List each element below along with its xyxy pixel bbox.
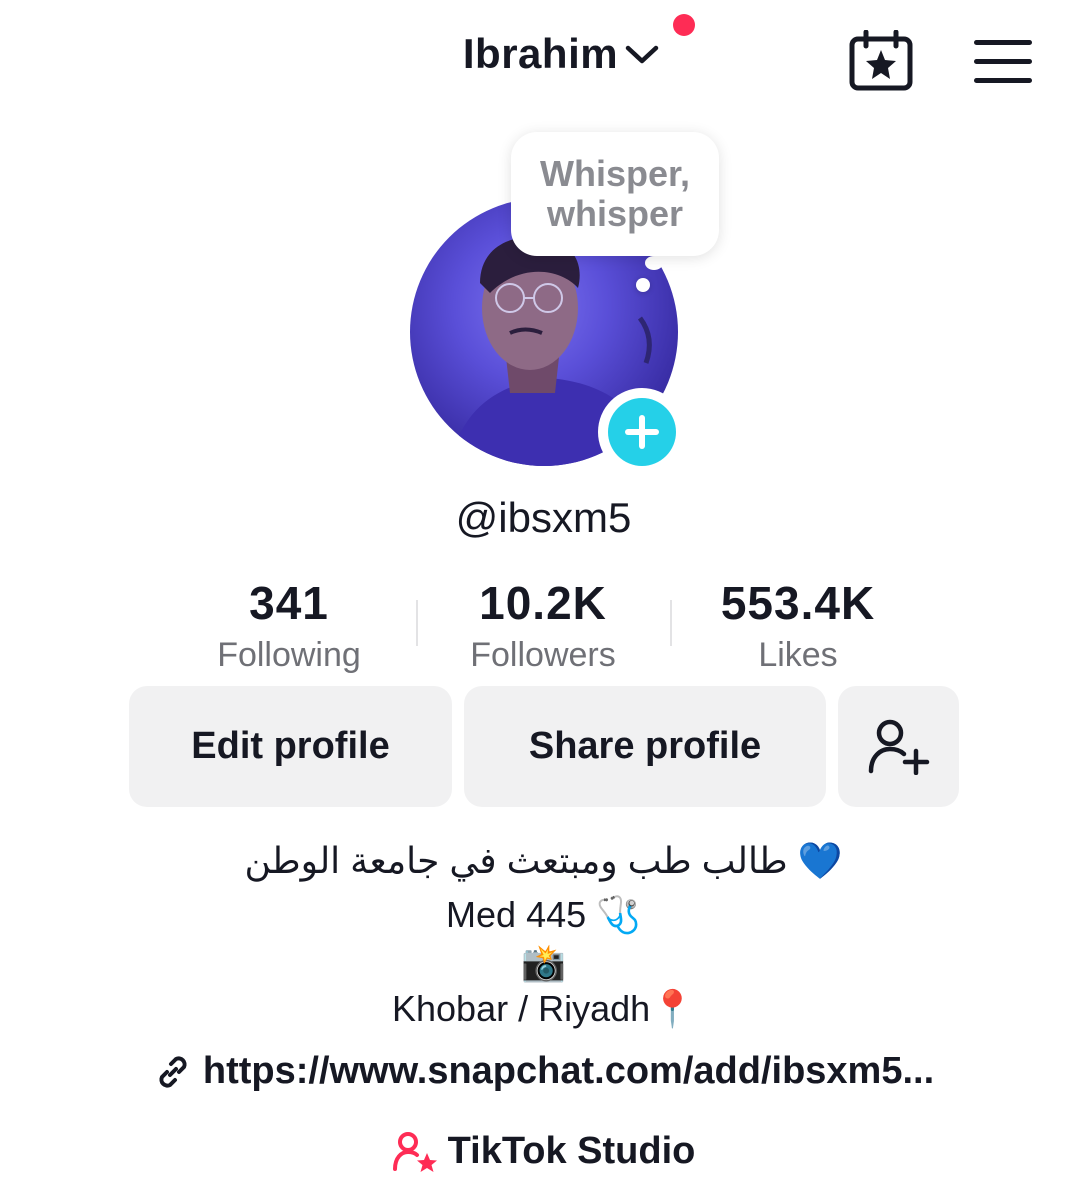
calendar-star-icon[interactable] — [848, 29, 914, 92]
stat-label: Following — [217, 636, 361, 674]
bio-line-4: Khobar / Riyadh📍 — [392, 988, 695, 1029]
add-friend-button[interactable] — [838, 686, 959, 807]
stat-likes[interactable]: 553.4K Likes — [688, 576, 908, 675]
stat-value: 553.4K — [720, 577, 876, 629]
plus-icon — [608, 398, 676, 466]
bio-line-1: طالب طب ومبتعث في جامعة الوطن 💙 — [244, 840, 843, 881]
chevron-down-icon[interactable] — [624, 42, 660, 66]
stat-label: Followers — [470, 636, 616, 674]
profile-handle: @ibsxm5 — [455, 494, 632, 541]
stat-value: 10.2K — [479, 577, 607, 629]
bio-link-text[interactable]: https://www.snapchat.com/add/ibsxm5... — [203, 1050, 934, 1093]
edit-profile-button[interactable]: Edit profile — [129, 686, 452, 807]
tiktok-studio-link[interactable]: TikTok Studio — [0, 1130, 1087, 1173]
stat-value: 341 — [249, 577, 329, 629]
add-avatar-button[interactable] — [598, 388, 686, 476]
stat-following[interactable]: 341 Following — [179, 576, 399, 675]
share-profile-label: Share profile — [528, 725, 762, 767]
bubble-tail — [645, 256, 663, 270]
stat-label: Likes — [758, 636, 838, 674]
bio-line-3: 📸 — [521, 942, 566, 983]
tiktok-studio-icon — [392, 1131, 437, 1172]
username-title[interactable]: Ibrahim — [463, 30, 618, 78]
share-profile-button[interactable]: Share profile — [464, 686, 826, 807]
header-title[interactable]: Ibrahim — [0, 30, 1087, 78]
hamburger-menu-icon[interactable] — [974, 40, 1032, 83]
edit-profile-label: Edit profile — [191, 725, 390, 767]
bubble-dot — [636, 278, 650, 292]
stat-followers[interactable]: 10.2K Followers — [433, 576, 653, 675]
notification-dot — [673, 14, 695, 36]
stat-divider — [416, 600, 418, 646]
note-bubble-text: Whisper, whisper — [539, 153, 691, 234]
tiktok-studio-label: TikTok Studio — [447, 1130, 696, 1172]
link-icon — [159, 1055, 187, 1088]
stat-divider — [670, 600, 672, 646]
bio-line-2: Med 445 🩺 — [446, 894, 641, 935]
note-bubble[interactable]: Whisper, whisper — [511, 132, 719, 256]
add-friend-icon — [868, 719, 929, 775]
bio-link[interactable]: https://www.snapchat.com/add/ibsxm5... — [0, 1050, 1087, 1093]
